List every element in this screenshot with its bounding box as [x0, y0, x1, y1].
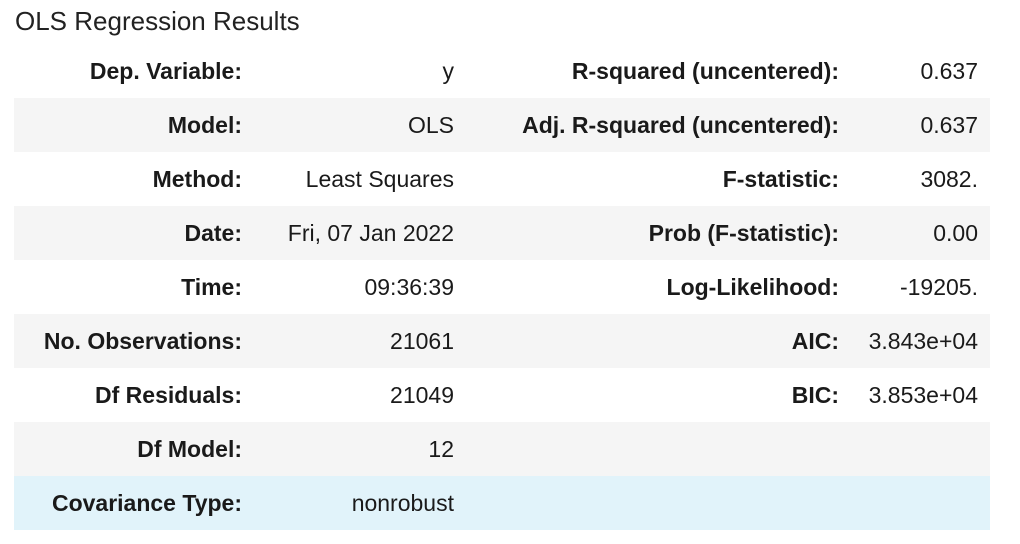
row-value [851, 422, 990, 476]
row-value: 0.00 [933, 219, 978, 246]
row-value: y [442, 57, 455, 84]
row-value: Least Squares [305, 165, 454, 192]
row-value: 21061 [390, 327, 454, 354]
table-row: Df Model: 12 [14, 422, 990, 476]
row-label [466, 422, 851, 476]
row-label: Df Residuals: [95, 381, 242, 408]
row-value: nonrobust [351, 489, 454, 516]
row-label: Date: [184, 219, 242, 246]
row-value: 12 [428, 435, 454, 462]
row-label: Time: [181, 273, 242, 300]
row-label: Log-Likelihood: [666, 273, 839, 300]
row-value: 09:36:39 [364, 273, 454, 300]
row-value: 0.637 [920, 111, 978, 138]
row-label: Dep. Variable: [89, 57, 242, 84]
table-row: Model: OLS Adj. R-squared (uncentered): … [14, 98, 990, 152]
row-label: R-squared (uncentered): [571, 57, 839, 84]
row-label: Adj. R-squared (uncentered): [522, 111, 839, 138]
table-row: Method: Least Squares F-statistic: 3082. [14, 152, 990, 206]
row-label: F-statistic: [722, 165, 839, 192]
row-label: BIC: [791, 381, 839, 408]
table-row: Df Residuals: 21049 BIC: 3.853e+04 [14, 368, 990, 422]
row-value: 3.843e+04 [868, 327, 978, 354]
row-value: Fri, 07 Jan 2022 [287, 219, 454, 246]
row-value: 0.637 [920, 57, 978, 84]
table-row: Date: Fri, 07 Jan 2022 Prob (F-statistic… [14, 206, 990, 260]
row-label: AIC: [791, 327, 839, 354]
row-label: Method: [152, 165, 242, 192]
row-label: No. Observations: [43, 327, 242, 354]
row-label: Model: [167, 111, 242, 138]
row-value: -19205. [899, 273, 978, 300]
row-label: Prob (F-statistic): [648, 219, 839, 246]
row-value: 21049 [390, 381, 454, 408]
row-value [851, 476, 990, 530]
row-value: 3.853e+04 [868, 381, 978, 408]
row-value: OLS [407, 111, 454, 138]
table-row: Dep. Variable: y R-squared (uncentered):… [14, 44, 990, 98]
table-row: Time: 09:36:39 Log-Likelihood: -19205. [14, 260, 990, 314]
ols-results-table: Dep. Variable: y R-squared (uncentered):… [14, 44, 990, 530]
table-row: No. Observations: 21061 AIC: 3.843e+04 [14, 314, 990, 368]
row-value: 3082. [920, 165, 978, 192]
table-caption: OLS Regression Results [15, 6, 300, 36]
row-label: Df Model: [137, 435, 242, 462]
row-label: Covariance Type: [51, 489, 242, 516]
table-row-highlighted: Covariance Type: nonrobust [14, 476, 990, 530]
row-label [466, 476, 851, 530]
